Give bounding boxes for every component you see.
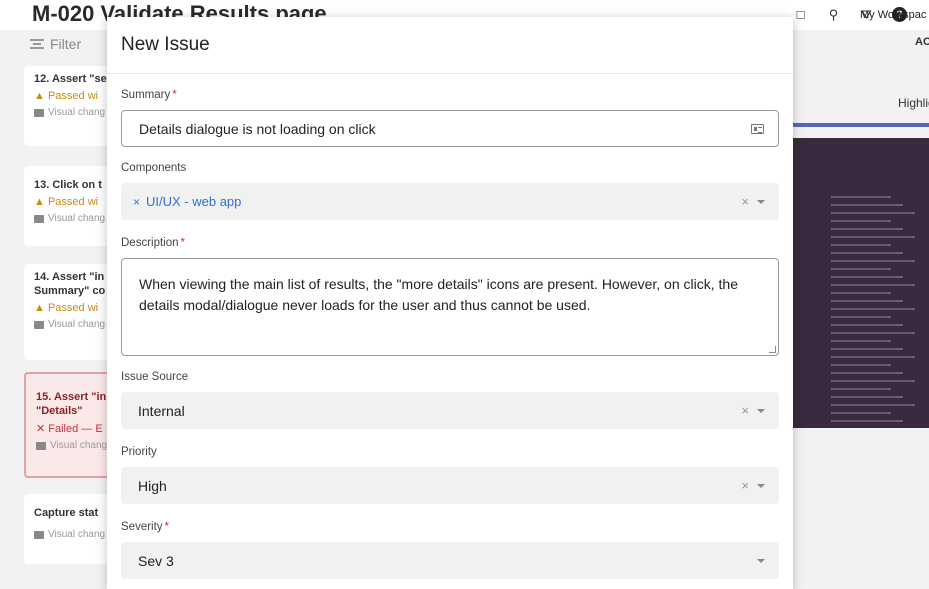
description-label: Description * (121, 237, 186, 249)
chevron-down-icon[interactable] (757, 408, 765, 413)
id-card-icon[interactable] (751, 123, 764, 134)
priority-select[interactable]: High × (121, 467, 779, 504)
preview-row (831, 236, 915, 238)
preview-row (831, 348, 903, 350)
description-line: When viewing the main list of results, t… (139, 276, 738, 292)
preview-row (831, 420, 903, 422)
preview-row (831, 284, 915, 286)
search-icon[interactable]: ⚲ (826, 7, 841, 22)
component-chip[interactable]: × UI/UX - web app (121, 194, 241, 209)
preview-row (831, 380, 915, 382)
preview-row (831, 292, 891, 294)
priority-label: Priority (121, 446, 157, 458)
summary-input[interactable]: Details dialogue is not loading on click (121, 110, 779, 147)
camera-icon (36, 441, 46, 450)
preview-row (831, 220, 891, 222)
camera-icon (34, 530, 44, 539)
accent-bar (793, 123, 929, 127)
issue-source-select[interactable]: Internal × (121, 392, 779, 429)
workspace-menu[interactable]: My Workspac (860, 9, 926, 21)
clear-icon[interactable]: × (741, 194, 749, 209)
priority-value: High (138, 477, 167, 494)
preview-row (831, 196, 891, 198)
severity-label: Severity * (121, 521, 170, 533)
preview-row (831, 324, 903, 326)
warning-icon: ▲ (34, 196, 48, 208)
preview-row (831, 252, 903, 254)
preview-below-area (793, 428, 929, 589)
camera-icon (34, 320, 44, 329)
preview-row (831, 372, 903, 374)
filter-lines-icon (30, 39, 44, 49)
fail-icon: ✕ (36, 423, 49, 435)
clear-icon[interactable]: × (741, 478, 749, 493)
filter-label: Filter (50, 36, 82, 52)
preview-row (831, 316, 891, 318)
chevron-down-icon[interactable] (757, 558, 765, 563)
preview-row (831, 204, 903, 206)
components-label: Components (121, 162, 187, 174)
dialog-divider (107, 73, 793, 74)
summary-label: Summary * (121, 89, 177, 101)
component-chip-label: UI/UX - web app (146, 194, 242, 209)
square-icon[interactable]: □ (793, 7, 808, 22)
new-issue-dialog: New Issue Summary * Details dialogue is n… (107, 17, 793, 589)
dialog-title: New Issue (121, 34, 210, 55)
components-select[interactable]: × UI/UX - web app × (121, 183, 779, 220)
preview-row (831, 268, 891, 270)
issue-source-value: Internal (138, 402, 185, 419)
preview-row (831, 308, 915, 310)
summary-value: Details dialogue is not loading on click (139, 120, 376, 137)
preview-row (831, 404, 915, 406)
preview-row (831, 244, 891, 246)
preview-row (831, 388, 891, 390)
preview-row (831, 364, 891, 366)
resize-handle[interactable] (769, 346, 776, 353)
warning-icon: ▲ (34, 90, 48, 102)
close-icon[interactable]: × (133, 195, 140, 209)
camera-icon (34, 108, 44, 117)
issue-source-label: Issue Source (121, 371, 189, 383)
preview-row (831, 260, 915, 262)
description-textarea[interactable]: When viewing the main list of results, t… (121, 258, 779, 356)
preview-row (831, 412, 891, 414)
severity-select[interactable]: Sev 3 (121, 542, 779, 579)
warning-icon: ▲ (34, 302, 48, 314)
preview-row (831, 356, 915, 358)
preview-row (831, 228, 903, 230)
chevron-down-icon[interactable] (757, 483, 765, 488)
clear-icon[interactable]: × (741, 403, 749, 418)
preview-row (831, 396, 903, 398)
right-panel-highlight-label: Highlig (898, 96, 929, 110)
description-line: details modal/dialogue never loads for t… (139, 297, 591, 313)
preview-row (831, 332, 915, 334)
severity-value: Sev 3 (138, 552, 174, 569)
preview-row (831, 212, 915, 214)
right-panel-label: AC (915, 36, 929, 48)
chevron-down-icon[interactable] (757, 199, 765, 204)
preview-row (831, 300, 903, 302)
camera-icon (34, 214, 44, 223)
filter-button[interactable]: Filter (30, 36, 81, 52)
preview-row (831, 276, 903, 278)
preview-row (831, 340, 891, 342)
